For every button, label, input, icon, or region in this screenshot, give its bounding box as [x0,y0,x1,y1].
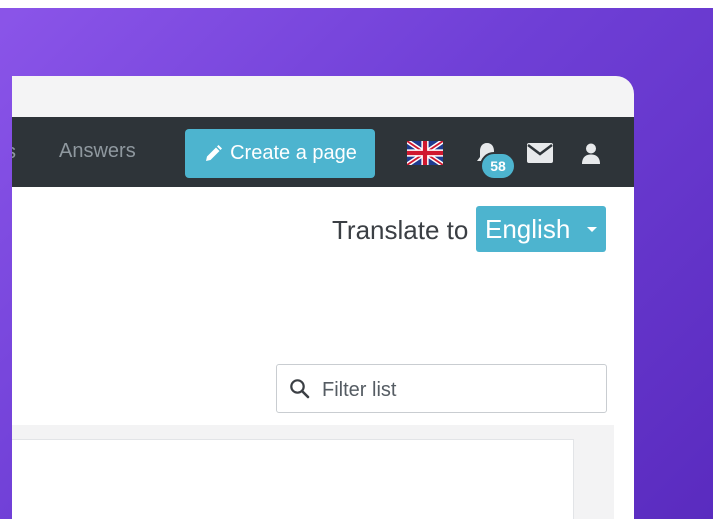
app-window: s Answers Create a page 58 [12,76,634,519]
list-area [12,425,614,519]
filter-list-input[interactable]: Filter list [276,364,607,413]
top-navbar: s Answers Create a page 58 [12,117,634,187]
user-icon[interactable] [579,141,603,165]
top-white-strip [0,0,713,8]
create-page-button[interactable]: Create a page [185,129,375,178]
search-icon [290,379,310,399]
nav-item-partial[interactable]: s [12,140,16,164]
main-content: Translate to English Filter list [12,187,634,519]
create-page-label: Create a page [230,142,357,164]
nav-item-answers[interactable]: Answers [59,139,136,163]
chevron-down-icon [587,227,597,232]
list-panel [12,439,574,519]
notification-count-badge[interactable]: 58 [480,152,516,180]
translate-label: Translate to [332,215,469,245]
filter-placeholder: Filter list [322,379,397,401]
pencil-icon [206,144,223,161]
uk-flag-icon[interactable] [407,141,443,165]
language-value: English [485,214,571,244]
mail-icon[interactable] [526,142,554,164]
language-dropdown[interactable]: English [476,206,606,252]
